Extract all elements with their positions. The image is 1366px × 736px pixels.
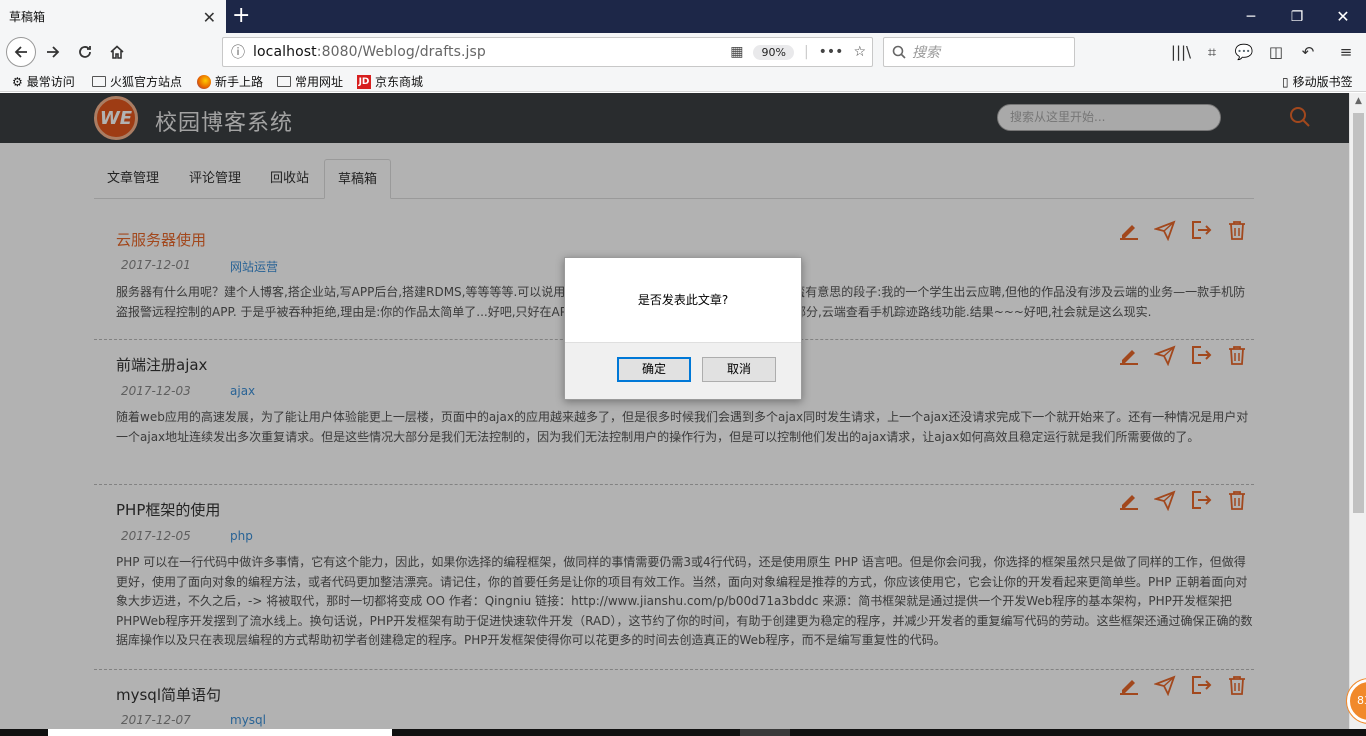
dialog-footer: 确定 取消 xyxy=(565,342,801,399)
chat-icon[interactable]: 💬 xyxy=(1233,41,1255,63)
browser-titlebar: 草稿箱 ✕ + ─ ❐ ✕ xyxy=(0,0,1366,33)
os-taskbar xyxy=(0,729,1366,736)
menu-icon[interactable]: ≡ xyxy=(1335,41,1357,63)
folder-icon xyxy=(277,76,291,87)
browser-tab-title: 草稿箱 xyxy=(9,10,46,24)
url-bar[interactable]: ⓘ localhost:8080/Weblog/drafts.jsp ▦ 90%… xyxy=(222,37,873,67)
home-button[interactable] xyxy=(102,37,132,67)
taskbar-item[interactable] xyxy=(740,729,790,736)
back-button[interactable] xyxy=(6,37,36,67)
browser-tab-active[interactable]: 草稿箱 ✕ xyxy=(0,0,226,33)
info-icon[interactable]: ⓘ xyxy=(223,42,253,62)
bookmark-item[interactable]: ⚙ 最常访问 xyxy=(12,73,75,90)
bookmark-item[interactable]: 新手上路 xyxy=(197,73,263,90)
bookmark-item[interactable]: 常用网址 xyxy=(277,73,343,90)
restore-window-button[interactable]: ❐ xyxy=(1274,0,1320,33)
bookmark-item[interactable]: 火狐官方站点 xyxy=(92,73,182,90)
cancel-button[interactable]: 取消 xyxy=(702,357,776,382)
folder-icon xyxy=(92,76,106,87)
gear-icon: ⚙ xyxy=(12,74,23,89)
jd-icon: JD xyxy=(357,74,371,89)
search-placeholder: 搜索 xyxy=(912,45,940,61)
url-text[interactable]: localhost:8080/Weblog/drafts.jsp xyxy=(253,44,486,60)
new-tab-button[interactable]: + xyxy=(232,3,250,29)
firefox-icon xyxy=(197,74,211,89)
home-icon xyxy=(110,45,124,59)
arrow-left-icon xyxy=(14,46,27,58)
minimize-window-button[interactable]: ─ xyxy=(1228,0,1274,33)
zoom-level-badge[interactable]: 90% xyxy=(753,44,794,60)
sidebar-icon[interactable]: ◫ xyxy=(1265,41,1287,63)
bookmark-star-icon[interactable]: ☆ xyxy=(853,44,866,60)
bookmark-item[interactable]: JD 京东商城 xyxy=(357,73,423,90)
library-icon[interactable]: |||\ xyxy=(1170,41,1192,63)
mobile-bookmarks[interactable]: ▯ 移动版书签 xyxy=(1282,73,1353,90)
screenshot-icon[interactable]: ⌗ xyxy=(1201,41,1223,63)
dialog-message: 是否发表此文章? xyxy=(637,293,729,307)
scrollbar-thumb[interactable] xyxy=(1353,113,1364,513)
page-actions-icon[interactable]: ••• xyxy=(819,44,844,60)
confirm-dialog: 是否发表此文章? 确定 取消 xyxy=(564,257,802,400)
qr-code-icon[interactable]: ▦ xyxy=(730,44,743,60)
browser-navbar: ⓘ localhost:8080/Weblog/drafts.jsp ▦ 90%… xyxy=(0,33,1366,71)
reload-button[interactable] xyxy=(70,37,100,67)
search-icon xyxy=(892,45,906,59)
close-tab-icon[interactable]: ✕ xyxy=(203,8,216,27)
reload-icon xyxy=(79,46,91,58)
taskbar-window[interactable] xyxy=(48,729,392,736)
undo-icon[interactable]: ↶ xyxy=(1297,41,1319,63)
forward-button[interactable] xyxy=(38,37,68,67)
bookmarks-toolbar: ⚙ 最常访问 火狐官方站点 新手上路 常用网址 JD 京东商城 ▯ 移动版书签 xyxy=(0,71,1366,92)
scroll-up-icon[interactable]: ▲ xyxy=(1350,93,1366,110)
modal-overlay xyxy=(0,93,1349,729)
confirm-button[interactable]: 确定 xyxy=(617,357,691,382)
close-window-button[interactable]: ✕ xyxy=(1320,0,1366,33)
mobile-icon: ▯ xyxy=(1282,74,1289,89)
arrow-right-icon xyxy=(47,46,60,58)
browser-search-bar[interactable]: 搜索 xyxy=(883,37,1075,67)
page-scrollbar[interactable]: ▲ xyxy=(1349,93,1366,729)
